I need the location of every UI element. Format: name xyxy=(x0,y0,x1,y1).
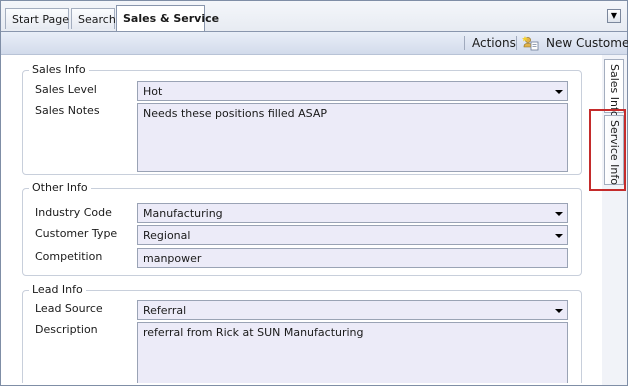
sales-level-dropdown[interactable]: Hot xyxy=(137,81,568,101)
side-tab-label: Service Info xyxy=(608,120,621,185)
sales-info-title: Sales Info xyxy=(29,63,89,77)
chevron-down-icon[interactable] xyxy=(553,84,564,98)
industry-code-value: Manufacturing xyxy=(143,207,223,220)
tab-service-info[interactable]: Service Info xyxy=(604,115,624,185)
other-info-title: Other Info xyxy=(29,181,91,195)
tab-search[interactable]: Search xyxy=(71,8,116,29)
other-info-group: Other Info Industry Code Manufacturing C… xyxy=(22,181,582,276)
sales-notes-textarea[interactable]: Needs these positions filled ASAP xyxy=(137,103,568,172)
side-tab-strip: Sales Info Service Info xyxy=(602,55,627,385)
customer-type-value: Regional xyxy=(143,229,191,242)
lead-source-dropdown[interactable]: Referral xyxy=(137,300,568,320)
sales-info-group: Sales Info Sales Level Hot Sales Notes N… xyxy=(22,63,582,175)
description-label: Description xyxy=(35,323,98,336)
chevron-down-icon[interactable] xyxy=(553,303,564,317)
description-value: referral from Rick at SUN Manufacturing xyxy=(143,326,364,339)
chevron-down-icon: ▼ xyxy=(610,11,618,20)
side-tab-label: Sales Info xyxy=(608,64,621,118)
tab-label: Start Page xyxy=(12,13,69,26)
tab-start-page[interactable]: Start Page xyxy=(5,8,69,29)
form-panel: Sales Info Sales Level Hot Sales Notes N… xyxy=(4,55,600,383)
customer-type-label: Customer Type xyxy=(35,227,118,240)
new-customer-button[interactable]: New Customer xyxy=(546,36,628,50)
toolbar-separator xyxy=(516,36,517,50)
sales-level-value: Hot xyxy=(143,85,163,98)
competition-input[interactable]: manpower xyxy=(137,248,568,268)
tab-sales-service[interactable]: Sales & Service xyxy=(116,5,219,32)
new-customer-icon xyxy=(522,35,540,51)
lead-info-title: Lead Info xyxy=(29,283,86,297)
sales-notes-value: Needs these positions filled ASAP xyxy=(143,107,327,120)
competition-value: manpower xyxy=(143,252,202,265)
chevron-down-icon[interactable] xyxy=(553,228,564,242)
actions-menu[interactable]: Actions xyxy=(472,36,516,50)
toolbar-separator xyxy=(464,36,465,50)
tab-label: Search xyxy=(78,13,116,26)
tab-sales-info[interactable]: Sales Info xyxy=(604,59,624,118)
tab-list-dropdown-button[interactable]: ▼ xyxy=(607,9,621,23)
competition-label: Competition xyxy=(35,250,103,263)
description-textarea[interactable]: referral from Rick at SUN Manufacturing xyxy=(137,322,568,383)
chevron-down-icon[interactable] xyxy=(553,206,564,220)
industry-code-label: Industry Code xyxy=(35,206,112,219)
industry-code-dropdown[interactable]: Manufacturing xyxy=(137,203,568,223)
app-window: Start Page Search Sales & Service ▼ Acti… xyxy=(0,0,628,386)
customer-type-dropdown[interactable]: Regional xyxy=(137,225,568,245)
sales-notes-label: Sales Notes xyxy=(35,104,100,117)
tab-label: Sales & Service xyxy=(123,12,220,25)
lead-source-value: Referral xyxy=(143,304,187,317)
toolbar: Actions New Customer xyxy=(1,32,628,55)
sales-level-label: Sales Level xyxy=(35,83,97,96)
lead-source-label: Lead Source xyxy=(35,302,103,315)
tab-strip: Start Page Search Sales & Service ▼ xyxy=(1,1,627,32)
lead-info-group: Lead Info Lead Source Referral Descripti… xyxy=(22,283,582,383)
